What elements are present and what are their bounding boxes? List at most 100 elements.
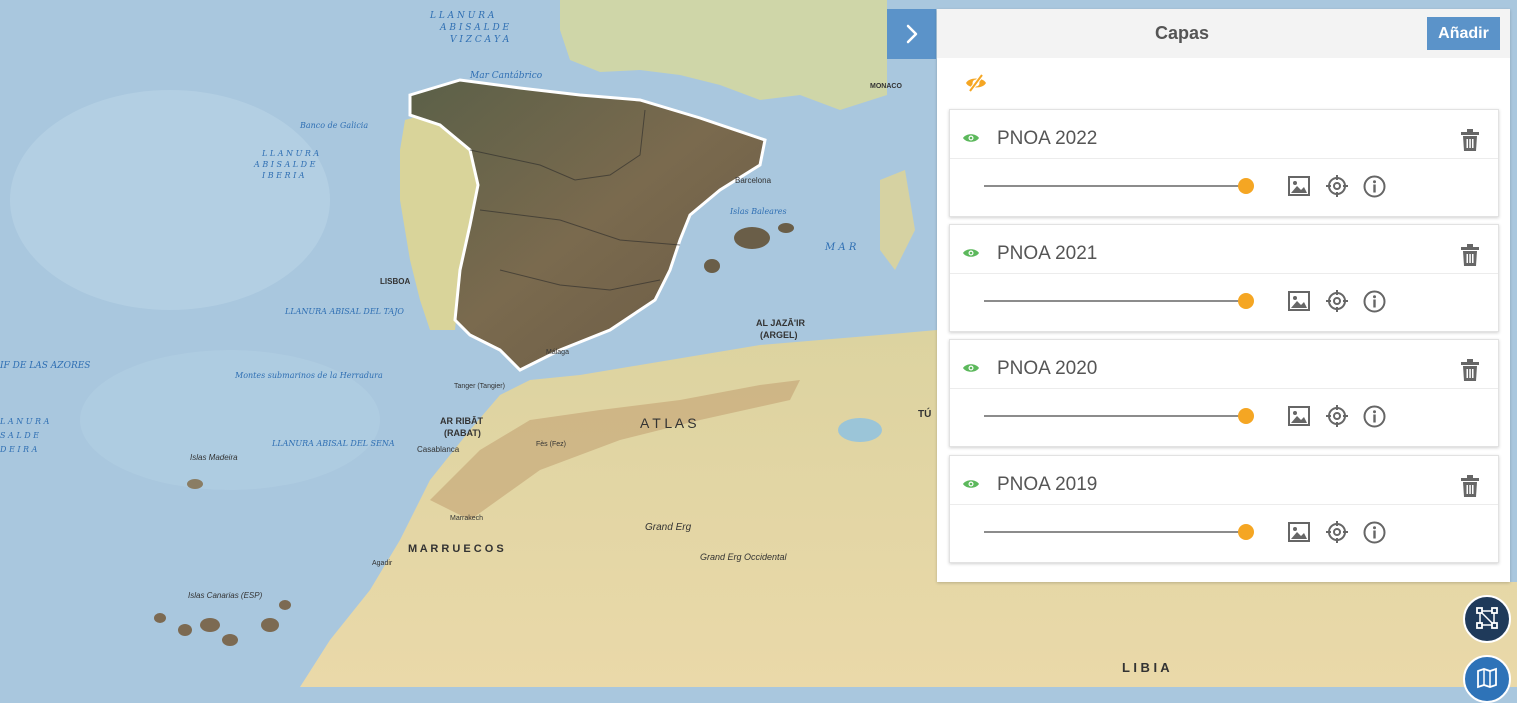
label-banco-galicia: Banco de Galicia xyxy=(299,121,368,130)
trash-icon[interactable] xyxy=(1460,358,1480,382)
label-lisboa: LISBOA xyxy=(380,277,410,286)
opacity-slider-fill xyxy=(984,531,1246,533)
info-icon[interactable] xyxy=(1363,405,1386,428)
label-tanger: Tanger (Tangier) xyxy=(454,383,505,390)
label-vizcaya: L L A N U R A xyxy=(429,11,495,21)
eye-icon[interactable] xyxy=(962,247,980,259)
add-layer-button[interactable]: Añadir xyxy=(1427,17,1500,50)
label-atlas: A T L A S xyxy=(640,415,697,431)
image-icon[interactable] xyxy=(1288,291,1310,311)
info-icon[interactable] xyxy=(1363,175,1386,198)
crosshair-icon[interactable] xyxy=(1325,289,1349,313)
label-malaga: Málaga xyxy=(546,349,569,356)
label-barcelona: Barcelona xyxy=(735,176,772,185)
opacity-slider-thumb[interactable] xyxy=(1238,408,1254,424)
label-canarias: Islas Canarias (ESP) xyxy=(188,591,263,600)
panel-header: Capas Añadir xyxy=(937,9,1510,58)
label-casablanca: Casablanca xyxy=(417,445,460,454)
label-iberia: L L A N U R A xyxy=(261,149,319,158)
crosshair-icon[interactable] xyxy=(1325,174,1349,198)
eye-slash-icon[interactable] xyxy=(964,71,988,95)
label-marruecos: M A R R U E C O S xyxy=(408,543,504,555)
image-icon[interactable] xyxy=(1288,522,1310,542)
layer-card-header: PNOA 2021 xyxy=(950,225,1498,274)
chevron-right-icon xyxy=(906,24,917,44)
eye-icon[interactable] xyxy=(962,478,980,490)
layer-card: PNOA 2020 xyxy=(949,339,1499,447)
opacity-slider-thumb[interactable] xyxy=(1238,524,1254,540)
layer-name: PNOA 2019 xyxy=(997,474,1098,495)
label-tajo: LLANURA ABISAL DEL TAJO xyxy=(284,307,404,316)
opacity-slider[interactable] xyxy=(984,524,1254,540)
label-grand-erg-occidental: Grand Erg Occidental xyxy=(700,552,788,562)
draw-tool-button[interactable] xyxy=(1463,595,1511,643)
panel-title: Capas xyxy=(1154,23,1210,43)
label-fes: Fès (Fez) xyxy=(536,441,566,448)
ocean-ridge xyxy=(10,90,330,310)
label-azores: IF DE LAS AZORES xyxy=(0,361,90,371)
info-icon[interactable] xyxy=(1363,521,1386,544)
label-marrakech: Marrakech xyxy=(450,515,483,522)
label-rabat: AR RIBĀT xyxy=(440,416,483,426)
opacity-slider-thumb[interactable] xyxy=(1238,293,1254,309)
eye-icon[interactable] xyxy=(962,362,980,374)
label-madeira: Islas Madeira xyxy=(190,453,238,462)
layer-name: PNOA 2022 xyxy=(997,128,1098,149)
crosshair-icon[interactable] xyxy=(1325,520,1349,544)
label-baleares: Islas Baleares xyxy=(729,207,787,216)
label-tunez: TÚ xyxy=(918,407,931,420)
canary-island xyxy=(154,613,166,623)
label-vizcaya: A B I S A L D E xyxy=(439,23,510,33)
canary-island xyxy=(261,618,279,632)
eye-icon[interactable] xyxy=(962,132,980,144)
label-argel: AL JAZĀ'IR xyxy=(756,318,805,328)
label-agadir: Agadir xyxy=(372,560,393,567)
label-libia: L I B I A xyxy=(1122,660,1170,675)
balearic-island xyxy=(778,223,794,233)
label-llanura-left: L A N U R A xyxy=(0,417,50,426)
opacity-slider[interactable] xyxy=(984,178,1254,194)
opacity-slider[interactable] xyxy=(984,293,1254,309)
label-argel: (ARGEL) xyxy=(760,330,798,340)
layers-panel: Capas Añadir PNOA 2022 PNOA 2021 PNOA 20… xyxy=(937,9,1510,582)
opacity-slider-fill xyxy=(984,415,1246,417)
balearic-island xyxy=(704,259,720,273)
label-mar-right: M A R xyxy=(824,242,857,253)
opacity-slider-fill xyxy=(984,185,1246,187)
layer-card: PNOA 2022 xyxy=(949,109,1499,217)
canary-island xyxy=(279,600,291,610)
layer-card-header: PNOA 2019 xyxy=(950,456,1498,505)
label-llanura-left: S A L D E xyxy=(0,431,39,440)
chott xyxy=(838,418,882,442)
layer-name: PNOA 2021 xyxy=(997,243,1098,264)
layer-card: PNOA 2021 xyxy=(949,224,1499,332)
layer-card: PNOA 2019 xyxy=(949,455,1499,563)
layer-card-header: PNOA 2020 xyxy=(950,340,1498,389)
info-icon[interactable] xyxy=(1363,290,1386,313)
layer-card-header: PNOA 2022 xyxy=(950,110,1498,159)
crosshair-icon[interactable] xyxy=(1325,404,1349,428)
label-llanura-left: D E I R A xyxy=(0,445,38,454)
map-icon xyxy=(1477,667,1497,688)
trash-icon[interactable] xyxy=(1460,243,1480,267)
label-rabat: (RABAT) xyxy=(444,428,481,438)
label-mar-cantabrico: Mar Cantábrico xyxy=(469,70,543,81)
canary-island xyxy=(222,634,238,646)
opacity-slider[interactable] xyxy=(984,408,1254,424)
label-vizcaya: V I Z C A Y A xyxy=(450,35,510,45)
image-icon[interactable] xyxy=(1288,406,1310,426)
layer-name: PNOA 2020 xyxy=(997,358,1098,379)
trash-icon[interactable] xyxy=(1460,474,1480,498)
image-icon[interactable] xyxy=(1288,176,1310,196)
madeira-island xyxy=(187,479,203,489)
label-montes: Montes submarinos de la Herradura xyxy=(234,371,383,380)
balearic-island xyxy=(734,227,770,249)
label-grand-erg: Grand Erg xyxy=(645,522,692,533)
basemap-button[interactable] xyxy=(1463,655,1511,703)
canary-island xyxy=(178,624,192,636)
opacity-slider-fill xyxy=(984,300,1246,302)
trash-icon[interactable] xyxy=(1460,128,1480,152)
label-monaco: MONACO xyxy=(870,83,902,90)
collapse-panel-button[interactable] xyxy=(887,9,936,59)
opacity-slider-thumb[interactable] xyxy=(1238,178,1254,194)
